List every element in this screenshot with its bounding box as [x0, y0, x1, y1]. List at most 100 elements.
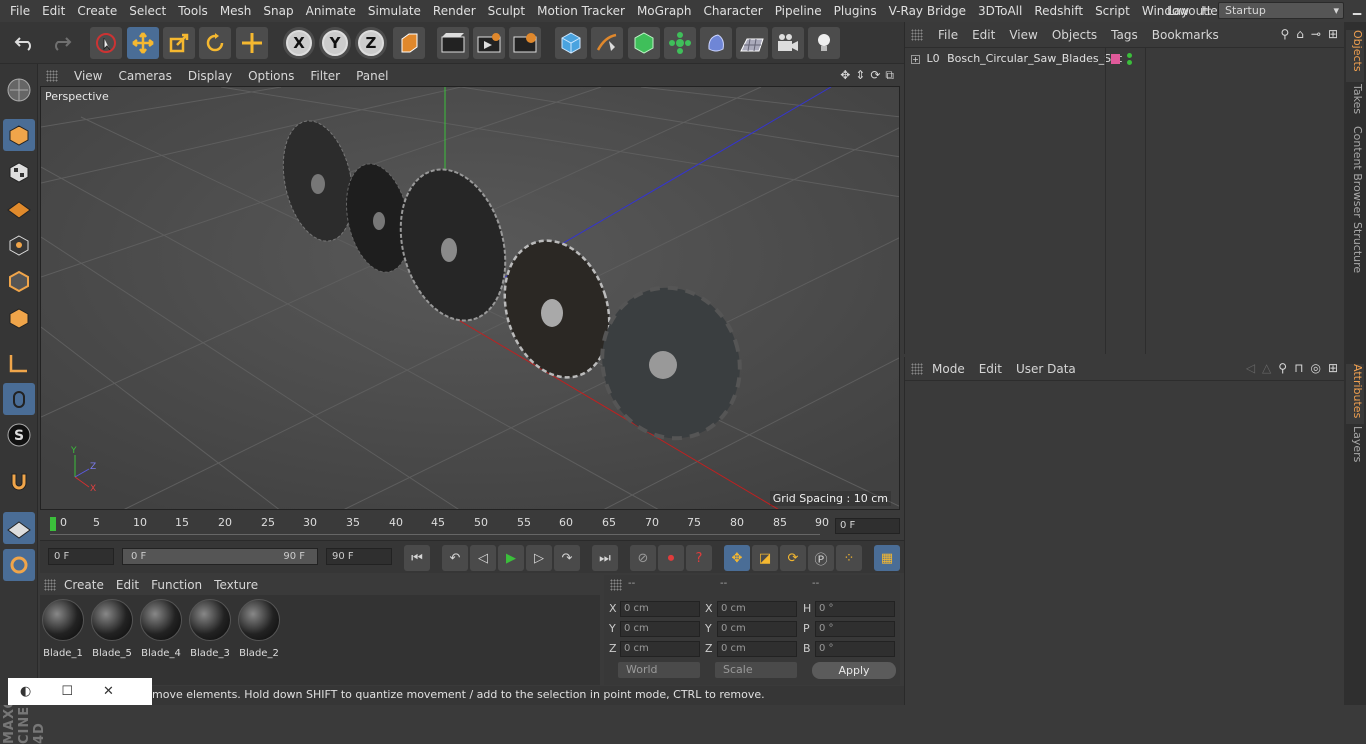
new-panel-icon[interactable]: ⊞ — [1328, 27, 1338, 41]
spline-pen-icon[interactable] — [591, 27, 623, 59]
material-menu-create[interactable]: Create — [58, 578, 110, 592]
previous-frame-icon[interactable]: ◁ — [470, 545, 496, 571]
rot-h-field[interactable]: 0 ° — [815, 601, 895, 617]
next-key-icon[interactable]: ↷ — [554, 545, 580, 571]
menu-sculpt[interactable]: Sculpt — [482, 4, 531, 18]
new-panel-icon[interactable]: ⊞ — [1328, 361, 1338, 375]
live-selection-icon[interactable] — [90, 27, 122, 59]
recent-tool-icon[interactable] — [236, 27, 268, 59]
up-arrow-icon[interactable]: △ — [1262, 361, 1271, 375]
cube-primitive-icon[interactable] — [555, 27, 587, 59]
size-z-field[interactable]: 0 cm — [717, 641, 797, 657]
material-swatch[interactable]: Blade_4 — [139, 599, 183, 659]
object-menu-objects[interactable]: Objects — [1045, 28, 1104, 42]
menu-animate[interactable]: Animate — [300, 4, 362, 18]
visibility-editor-dot[interactable] — [1127, 53, 1132, 58]
material-swatch[interactable]: Blade_2 — [237, 599, 281, 659]
subdivision-surface-icon[interactable] — [628, 27, 660, 59]
panel-grip-icon[interactable] — [46, 70, 58, 82]
previous-key-icon[interactable]: ↶ — [442, 545, 468, 571]
layer-color-tag[interactable] — [1111, 54, 1120, 64]
redo-icon[interactable] — [45, 27, 77, 59]
viewport-menu-options[interactable]: Options — [240, 69, 302, 83]
timeline-window-icon[interactable]: ▦ — [874, 545, 900, 571]
axis-mode-icon[interactable] — [3, 347, 35, 379]
coordinate-space-dropdown[interactable]: World — [618, 662, 700, 678]
polygons-mode-icon[interactable] — [3, 302, 35, 334]
menu-mograph[interactable]: MoGraph — [631, 4, 698, 18]
menu-character[interactable]: Character — [697, 4, 768, 18]
material-swatch[interactable]: Blade_1 — [41, 599, 85, 659]
viewport-menu-filter[interactable]: Filter — [302, 69, 348, 83]
undo-icon[interactable] — [9, 27, 41, 59]
tab-layers[interactable]: Layers — [1346, 426, 1364, 466]
panel-grip-icon[interactable] — [44, 579, 56, 591]
size-y-field[interactable]: 0 cm — [717, 621, 797, 637]
menu-simulate[interactable]: Simulate — [362, 4, 427, 18]
light-icon[interactable] — [808, 27, 840, 59]
rotate-tool-icon[interactable] — [199, 27, 231, 59]
rot-b-field[interactable]: 0 ° — [815, 641, 895, 657]
viewport-menu-cameras[interactable]: Cameras — [110, 69, 179, 83]
coordinate-mode-dropdown[interactable]: Scale — [715, 662, 797, 678]
z-axis-lock-button[interactable]: Z — [355, 27, 387, 59]
play-icon[interactable]: ▶ — [498, 545, 524, 571]
texture-mode-icon[interactable] — [3, 156, 35, 188]
menu-mesh[interactable]: Mesh — [214, 4, 258, 18]
cinema4d-app-icon[interactable]: ◐ — [20, 684, 31, 699]
menu-edit[interactable]: Edit — [36, 4, 71, 18]
solo-mode-icon[interactable]: S — [3, 419, 35, 451]
end-frame-field[interactable]: 90 F — [326, 548, 392, 565]
tab-objects[interactable]: Objects — [1346, 30, 1364, 82]
pan-view-icon[interactable]: ✥ — [840, 68, 850, 83]
search-icon[interactable]: ⚲ — [1278, 361, 1287, 375]
timeline-ruler[interactable]: 0 5 10 15 20 25 30 35 40 45 50 55 60 65 … — [40, 512, 900, 540]
x-axis-lock-button[interactable]: X — [283, 27, 315, 59]
render-settings-icon[interactable] — [509, 27, 541, 59]
viewport-menu-view[interactable]: View — [66, 69, 110, 83]
tweak-mode-icon[interactable] — [3, 383, 35, 415]
edges-mode-icon[interactable] — [3, 265, 35, 297]
key-parameter-icon[interactable]: Ⓟ — [808, 545, 834, 571]
enable-workplane-icon[interactable] — [3, 512, 35, 544]
workplane-mode-icon[interactable] — [3, 192, 35, 224]
object-row[interactable]: + L0 Bosch_Circular_Saw_Blades_Set — [911, 52, 1122, 65]
menu-plugins[interactable]: Plugins — [828, 4, 883, 18]
target-icon[interactable]: ◎ — [1310, 361, 1320, 375]
size-x-field[interactable]: 0 cm — [717, 601, 797, 617]
deformer-icon[interactable] — [700, 27, 732, 59]
tab-content-browser[interactable]: Content Browser — [1346, 126, 1364, 224]
layout-dropdown[interactable]: Startup — [1218, 2, 1344, 19]
key-pla-icon[interactable]: ⁘ — [836, 545, 862, 571]
coordinate-system-icon[interactable] — [393, 27, 425, 59]
visibility-render-dot[interactable] — [1127, 60, 1132, 65]
attribute-menu-user-data[interactable]: User Data — [1009, 362, 1083, 376]
material-swatch[interactable]: Blade_5 — [90, 599, 134, 659]
cloner-icon[interactable] — [664, 27, 696, 59]
rot-p-field[interactable]: 0 ° — [815, 621, 895, 637]
menu-vray-bridge[interactable]: V-Ray Bridge — [883, 4, 972, 18]
menu-motion-tracker[interactable]: Motion Tracker — [531, 4, 631, 18]
snap-icon[interactable] — [3, 466, 35, 498]
menu-snap[interactable]: Snap — [257, 4, 299, 18]
menu-create[interactable]: Create — [71, 4, 123, 18]
key-position-icon[interactable]: ✥ — [724, 545, 750, 571]
y-axis-lock-button[interactable]: Y — [319, 27, 351, 59]
record-keys-icon[interactable]: ⊘ — [630, 545, 656, 571]
home-icon[interactable]: ⌂ — [1296, 27, 1304, 41]
menu-redshift[interactable]: Redshift — [1028, 4, 1089, 18]
object-name[interactable]: Bosch_Circular_Saw_Blades_Set — [947, 52, 1122, 65]
material-menu-texture[interactable]: Texture — [208, 578, 264, 592]
rotate-view-icon[interactable]: ⟳ — [870, 68, 880, 83]
back-icon[interactable]: ⊸ — [1311, 27, 1321, 41]
lock-icon[interactable]: ⊓ — [1294, 361, 1303, 375]
model-mode-icon[interactable] — [3, 119, 35, 151]
move-tool-icon[interactable] — [127, 27, 159, 59]
floor-scene-icon[interactable] — [736, 27, 768, 59]
panel-grip-icon[interactable] — [610, 579, 622, 591]
apply-button[interactable]: Apply — [812, 662, 896, 679]
key-rotation-icon[interactable]: ⟳ — [780, 545, 806, 571]
tab-attributes[interactable]: Attributes — [1346, 364, 1364, 424]
menu-render[interactable]: Render — [427, 4, 482, 18]
next-frame-icon[interactable]: ▷ — [526, 545, 552, 571]
